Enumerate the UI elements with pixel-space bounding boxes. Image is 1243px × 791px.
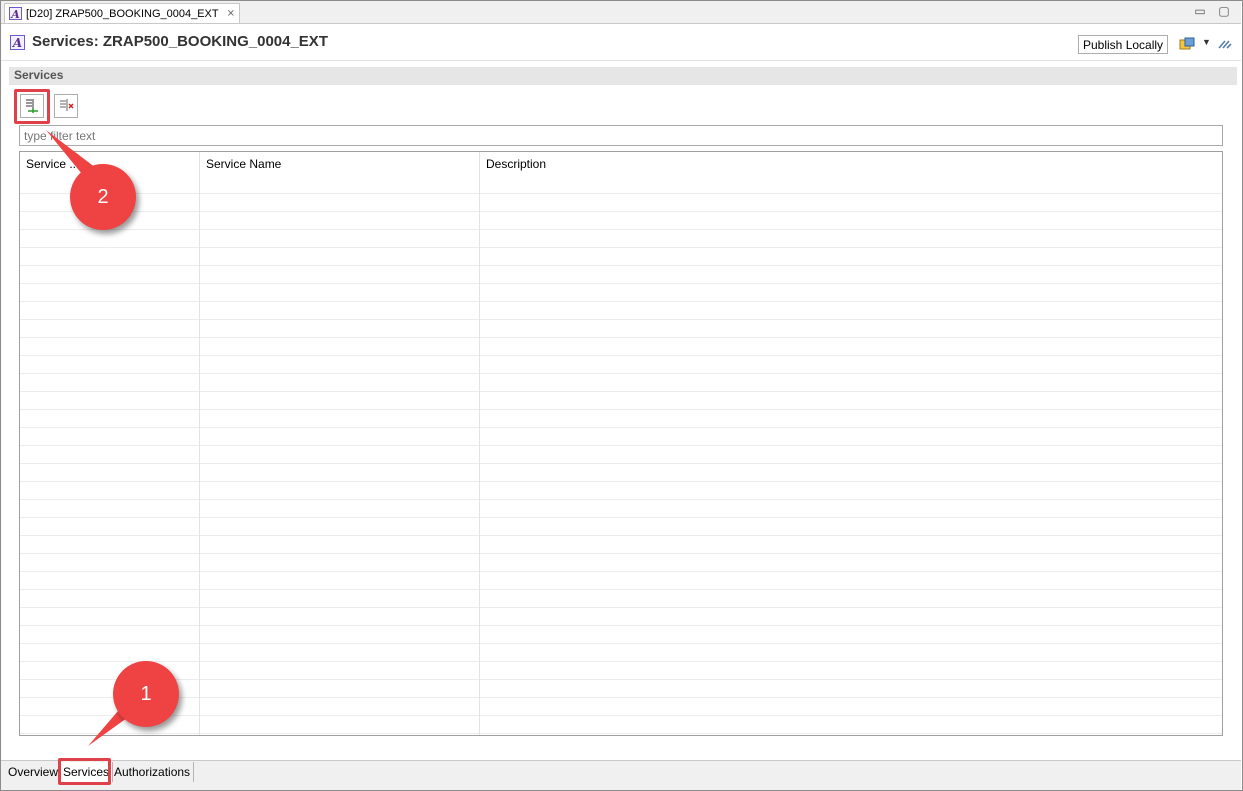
page-title: Services: ZRAP500_BOOKING_0004_EXT — [32, 33, 328, 50]
publish-locally-button[interactable]: Publish Locally — [1078, 35, 1169, 54]
table-header: Service ... Service Name Description — [20, 152, 1222, 176]
form-header: A Services: ZRAP500_BOOKING_0004_EXT Pub… — [1, 24, 1241, 61]
abap-object-icon: A — [10, 35, 25, 50]
section-header: Services — [9, 67, 1237, 85]
minimize-icon[interactable]: ▭ — [1193, 4, 1207, 18]
chevron-down-icon[interactable]: ▼ — [1202, 37, 1211, 47]
column-header-service[interactable]: Service ... — [26, 157, 79, 171]
filter-input[interactable] — [19, 125, 1223, 146]
transport-icon[interactable] — [1179, 37, 1195, 51]
services-table[interactable]: Service ... Service Name Description — [19, 151, 1223, 736]
maximize-icon[interactable]: ▢ — [1217, 4, 1231, 18]
link-icon[interactable] — [1216, 37, 1232, 51]
column-divider — [479, 152, 480, 735]
callout-1: 1 — [113, 661, 179, 727]
highlight-add-button — [14, 89, 50, 124]
abap-object-icon: A — [9, 7, 22, 21]
remove-service-button[interactable] — [54, 94, 78, 118]
callout-2: 2 — [70, 164, 136, 230]
editor-tab-strip: A [D20] ZRAP500_BOOKING_0004_EXT ⨯ ▭ ▢ — [1, 1, 1241, 24]
tab-overview[interactable]: Overview — [5, 762, 63, 782]
section-title: Services — [14, 68, 64, 82]
column-divider — [199, 152, 200, 735]
column-header-description[interactable]: Description — [486, 157, 546, 171]
editor-tab[interactable]: A [D20] ZRAP500_BOOKING_0004_EXT ⨯ — [4, 3, 240, 23]
form-page-tabs: Overview Services Authorizations — [1, 760, 1241, 790]
column-header-service-name[interactable]: Service Name — [206, 157, 281, 171]
editor-tab-label: [D20] ZRAP500_BOOKING_0004_EXT — [26, 7, 219, 20]
close-icon[interactable]: ⨯ — [227, 8, 235, 19]
highlight-services-tab — [58, 758, 111, 785]
remove-service-icon — [60, 99, 74, 111]
tab-authorizations[interactable]: Authorizations — [111, 762, 195, 782]
